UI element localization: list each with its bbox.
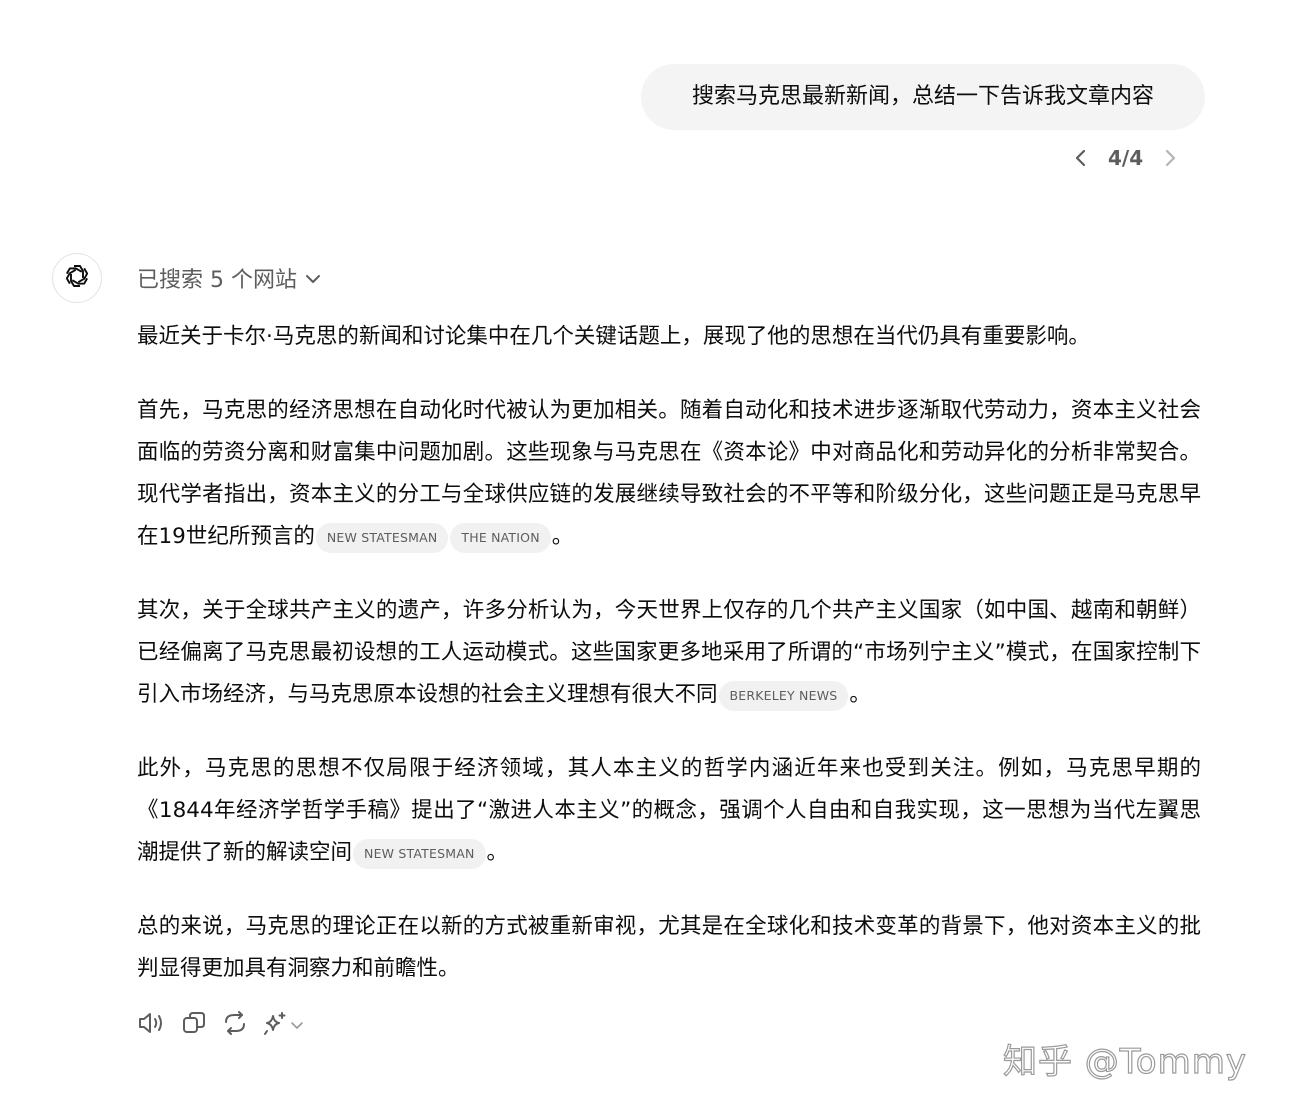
- answer-paragraph: 此外，马克思的思想不仅局限于经济领域，其人本主义的哲学内涵近年来也受到关注。例如…: [137, 748, 1201, 874]
- paragraph-tail: 。: [551, 524, 574, 549]
- chevron-down-icon: [289, 1016, 305, 1035]
- citation-chip[interactable]: NEW STATESMAN: [353, 839, 486, 869]
- chevron-right-icon: [1163, 149, 1177, 167]
- user-message-bubble: 搜索马克思最新新闻，总结一下告诉我文章内容: [641, 64, 1205, 130]
- paragraph-text: 其次，关于全球共产主义的遗产，许多分析认为，今天世界上仅存的几个共产主义国家（如…: [137, 598, 1201, 707]
- paragraph-text: 总的来说，马克思的理论正在以新的方式被重新审视，尤其是在全球化和技术变革的背景下…: [137, 914, 1201, 981]
- speaker-icon: [137, 1010, 167, 1040]
- sparkle-model-icon: [263, 1010, 289, 1040]
- assistant-answer: 最近关于卡尔·马克思的新闻和讨论集中在几个关键话题上，展现了他的思想在当代仍具有…: [137, 316, 1201, 1022]
- chevron-down-icon: [305, 266, 321, 291]
- copy-button[interactable]: [181, 1008, 207, 1042]
- paragraph-tail: 。: [486, 840, 509, 865]
- answer-paragraph: 总的来说，马克思的理论正在以新的方式被重新审视，尤其是在全球化和技术变革的背景下…: [137, 906, 1201, 990]
- answer-paragraph: 其次，关于全球共产主义的遗产，许多分析认为，今天世界上仅存的几个共产主义国家（如…: [137, 590, 1201, 716]
- previous-version-button[interactable]: [1068, 142, 1094, 174]
- citation-chip[interactable]: NEW STATESMAN: [315, 523, 449, 553]
- zhihu-watermark: 知乎 @Tommy: [1002, 1041, 1247, 1082]
- assistant-avatar: [52, 253, 102, 303]
- searched-label: 已搜索 5 个网站: [137, 268, 297, 293]
- regenerate-button[interactable]: [221, 1008, 249, 1042]
- read-aloud-button[interactable]: [137, 1008, 167, 1042]
- answer-paragraph: 首先，马克思的经济思想在自动化时代被认为更加相关。随着自动化和技术进步逐渐取代劳…: [137, 390, 1201, 558]
- answer-paragraph: 最近关于卡尔·马克思的新闻和讨论集中在几个关键话题上，展现了他的思想在当代仍具有…: [137, 316, 1201, 358]
- version-count: 4/4: [1108, 146, 1144, 170]
- regenerate-icon: [221, 1010, 249, 1040]
- next-version-button[interactable]: [1157, 142, 1183, 174]
- copy-icon: [181, 1010, 207, 1040]
- paragraph-text: 首先，马克思的经济思想在自动化时代被认为更加相关。随着自动化和技术进步逐渐取代劳…: [137, 398, 1201, 549]
- switch-model-button[interactable]: [263, 1008, 305, 1042]
- chevron-left-icon: [1074, 149, 1088, 167]
- message-actions: [137, 1008, 305, 1042]
- citation-chip[interactable]: BERKELEY NEWS: [718, 681, 849, 711]
- paragraph-text: 最近关于卡尔·马克思的新闻和讨论集中在几个关键话题上，展现了他的思想在当代仍具有…: [137, 324, 1090, 349]
- paragraph-text: 此外，马克思的思想不仅局限于经济领域，其人本主义的哲学内涵近年来也受到关注。例如…: [137, 756, 1201, 865]
- message-pager: 4/4: [1068, 142, 1183, 174]
- paragraph-tail: 。: [849, 682, 871, 707]
- citation-chip[interactable]: THE NATION: [450, 523, 551, 553]
- openai-logo-icon: [63, 262, 91, 294]
- search-sources-toggle[interactable]: 已搜索 5 个网站: [137, 260, 321, 296]
